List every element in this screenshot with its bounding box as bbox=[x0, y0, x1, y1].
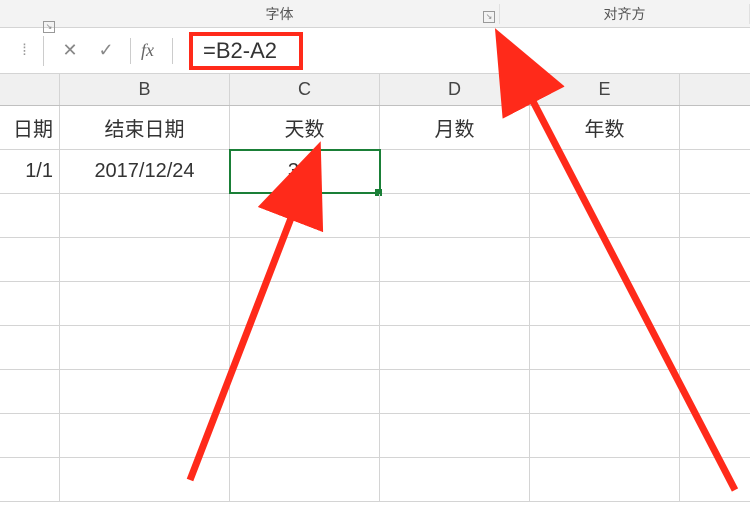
cell[interactable] bbox=[60, 238, 230, 281]
column-header-b[interactable]: B bbox=[60, 74, 230, 105]
cell[interactable] bbox=[60, 458, 230, 501]
column-header-a-partial[interactable] bbox=[0, 74, 60, 105]
dialog-launcher-icon[interactable]: ↘ bbox=[43, 21, 55, 33]
ribbon-font-label: 字体 bbox=[266, 6, 294, 22]
table-row bbox=[0, 458, 750, 502]
column-header-c[interactable]: C bbox=[230, 74, 380, 105]
dots-icon: ⁞ bbox=[22, 42, 24, 60]
cell[interactable] bbox=[380, 282, 530, 325]
table-row: 1/1 2017/12/24 357 bbox=[0, 150, 750, 194]
cell-e2[interactable] bbox=[530, 150, 680, 193]
cell-b2[interactable]: 2017/12/24 bbox=[60, 150, 230, 193]
divider bbox=[172, 38, 173, 64]
cell[interactable] bbox=[60, 414, 230, 457]
cell[interactable] bbox=[230, 238, 380, 281]
formula-input[interactable]: =B2-A2 bbox=[179, 33, 746, 69]
cell-c2-value: 357 bbox=[288, 160, 321, 183]
cell[interactable] bbox=[380, 370, 530, 413]
column-headers-row: B C D E bbox=[0, 74, 750, 106]
table-row bbox=[0, 282, 750, 326]
formula-cancel-button[interactable]: ✕ bbox=[52, 35, 88, 67]
cell[interactable] bbox=[380, 326, 530, 369]
cell[interactable] bbox=[0, 326, 60, 369]
cell-c1[interactable]: 天数 bbox=[230, 106, 380, 149]
spreadsheet-grid: B C D E 日期 结束日期 天数 月数 年数 1/1 2017/12/24 … bbox=[0, 74, 750, 502]
fx-icon[interactable]: fx bbox=[141, 40, 154, 61]
cell[interactable] bbox=[530, 194, 680, 237]
cell[interactable] bbox=[230, 282, 380, 325]
table-row bbox=[0, 238, 750, 282]
cell[interactable] bbox=[380, 238, 530, 281]
cell[interactable] bbox=[380, 458, 530, 501]
column-header-d[interactable]: D bbox=[380, 74, 530, 105]
name-box-separator: ⁞ bbox=[4, 36, 44, 66]
cell[interactable] bbox=[530, 282, 680, 325]
empty-rows bbox=[0, 194, 750, 502]
cell[interactable] bbox=[0, 458, 60, 501]
column-header-e[interactable]: E bbox=[530, 74, 680, 105]
formula-confirm-button[interactable]: ✓ bbox=[88, 35, 124, 67]
ribbon-section-align: 对齐方 bbox=[500, 4, 750, 24]
dialog-launcher-icon[interactable]: ↘ bbox=[483, 11, 495, 23]
table-row bbox=[0, 194, 750, 238]
cell-b1[interactable]: 结束日期 bbox=[60, 106, 230, 149]
table-row bbox=[0, 370, 750, 414]
cell-d2[interactable] bbox=[380, 150, 530, 193]
formula-text: =B2-A2 bbox=[189, 32, 303, 70]
cell[interactable] bbox=[0, 282, 60, 325]
cell[interactable] bbox=[230, 370, 380, 413]
table-row bbox=[0, 414, 750, 458]
cell[interactable] bbox=[60, 282, 230, 325]
cell[interactable] bbox=[0, 414, 60, 457]
formula-bar: ⁞ ✕ ✓ fx =B2-A2 bbox=[0, 28, 750, 74]
cell[interactable] bbox=[60, 194, 230, 237]
cell[interactable] bbox=[60, 326, 230, 369]
divider bbox=[130, 38, 131, 64]
cell[interactable] bbox=[230, 414, 380, 457]
cell[interactable] bbox=[60, 370, 230, 413]
cell[interactable] bbox=[0, 370, 60, 413]
cell[interactable] bbox=[530, 238, 680, 281]
cell-e1[interactable]: 年数 bbox=[530, 106, 680, 149]
cell-a1[interactable]: 日期 bbox=[0, 106, 60, 149]
cell-d1[interactable]: 月数 bbox=[380, 106, 530, 149]
cell-a2[interactable]: 1/1 bbox=[0, 150, 60, 193]
cell[interactable] bbox=[230, 194, 380, 237]
cell[interactable] bbox=[230, 326, 380, 369]
cell[interactable] bbox=[530, 414, 680, 457]
cell[interactable] bbox=[380, 194, 530, 237]
cell[interactable] bbox=[380, 414, 530, 457]
table-row: 日期 结束日期 天数 月数 年数 bbox=[0, 106, 750, 150]
table-row bbox=[0, 326, 750, 370]
cell[interactable] bbox=[530, 458, 680, 501]
cell[interactable] bbox=[0, 238, 60, 281]
cell[interactable] bbox=[530, 370, 680, 413]
cell[interactable] bbox=[0, 194, 60, 237]
ribbon-section-font: 字体 ↘ bbox=[60, 4, 500, 24]
cell[interactable] bbox=[530, 326, 680, 369]
ribbon-align-label: 对齐方 bbox=[604, 6, 646, 22]
cell[interactable] bbox=[230, 458, 380, 501]
cell-c2-selected[interactable]: 357 bbox=[230, 150, 380, 193]
ribbon-group-labels: ↘ 字体 ↘ 对齐方 bbox=[0, 0, 750, 28]
